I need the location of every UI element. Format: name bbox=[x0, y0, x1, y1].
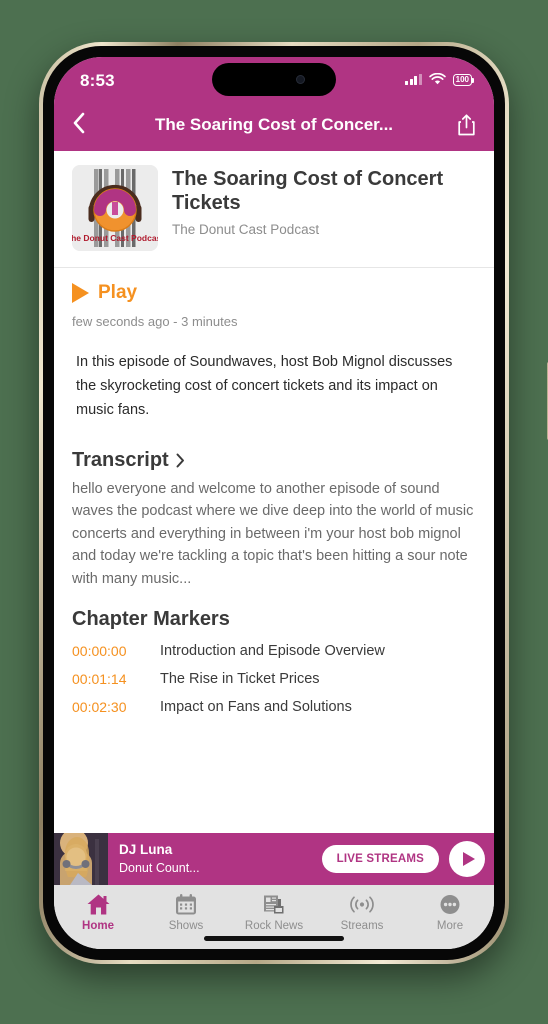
battery-icon: 100 bbox=[452, 73, 475, 86]
phone-screen: 8:53 100 The Soaring Cost of Concer... h… bbox=[54, 57, 494, 949]
calendar-icon bbox=[174, 892, 198, 917]
play-circle-icon bbox=[462, 852, 475, 866]
episode-time-meta: few seconds ago - 3 minutes bbox=[72, 314, 238, 329]
dj-luna-photo bbox=[54, 833, 108, 885]
display-notch bbox=[212, 63, 336, 96]
transcript-heading-row[interactable]: Transcript bbox=[72, 449, 476, 472]
mini-player-thumbnail bbox=[54, 833, 108, 885]
mini-player-bar[interactable]: DJ Luna Donut Count... LIVE STREAMS bbox=[54, 833, 494, 885]
tab-shows[interactable]: Shows bbox=[142, 892, 230, 932]
episode-description: In this episode of Soundwaves, host Bob … bbox=[76, 354, 453, 418]
home-indicator[interactable] bbox=[204, 936, 344, 941]
transcript-section: Transcript hello everyone and welcome to… bbox=[54, 427, 494, 590]
play-button-label: Play bbox=[98, 282, 138, 303]
chevron-right-icon bbox=[176, 453, 184, 468]
play-triangle-icon bbox=[72, 283, 89, 303]
tab-more[interactable]: More bbox=[406, 892, 494, 932]
navigation-bar: The Soaring Cost of Concer... bbox=[54, 103, 494, 151]
chapter-row[interactable]: 00:01:14 The Rise in Ticket Prices bbox=[72, 665, 476, 693]
screenshot-stage: 8:53 100 The Soaring Cost of Concer... h… bbox=[0, 0, 548, 1024]
share-icon bbox=[458, 114, 475, 136]
share-button[interactable] bbox=[446, 113, 476, 137]
chapter-row[interactable]: 00:02:30 Impact on Fans and Solutions bbox=[72, 693, 476, 721]
chapter-row[interactable]: 00:00:00 Introduction and Episode Overvi… bbox=[72, 637, 476, 665]
chapter-timestamp: 00:02:30 bbox=[72, 699, 127, 716]
home-icon bbox=[86, 892, 111, 917]
chevron-left-icon bbox=[73, 112, 85, 133]
chapter-markers-heading: Chapter Markers bbox=[72, 608, 230, 631]
back-button[interactable] bbox=[72, 111, 102, 140]
battery-level-label: 100 bbox=[455, 74, 469, 84]
mini-player-info: DJ Luna Donut Count... bbox=[108, 842, 322, 876]
episode-detail-scroll[interactable]: The Donut Cast Podcast The Soaring Cost … bbox=[54, 151, 494, 885]
status-bar: 8:53 100 bbox=[54, 57, 494, 103]
mini-player-title: DJ Luna bbox=[119, 841, 173, 857]
tab-label-more: More bbox=[436, 920, 464, 932]
front-camera-icon bbox=[295, 75, 305, 84]
tab-label-streams: Streams bbox=[340, 920, 384, 932]
status-bar-indicators: 100 bbox=[405, 71, 475, 86]
tab-streams[interactable]: Streams bbox=[318, 892, 406, 932]
status-bar-clock: 8:53 bbox=[80, 71, 115, 90]
play-button[interactable]: Play bbox=[54, 268, 494, 310]
chapter-markers-section: Chapter Markers 00:00:00 Introduction an… bbox=[54, 590, 494, 721]
tab-label-shows: Shows bbox=[168, 920, 204, 932]
tab-label-rock-news: Rock News bbox=[244, 920, 304, 932]
chapter-timestamp: 00:00:00 bbox=[72, 643, 127, 660]
tab-rock-news[interactable]: Rock News bbox=[230, 892, 318, 932]
episode-meta: The Soaring Cost of Concert Tickets The … bbox=[172, 165, 478, 251]
tab-label-home: Home bbox=[82, 920, 114, 932]
chapter-title: Impact on Fans and Solutions bbox=[160, 699, 352, 716]
wifi-icon bbox=[428, 73, 446, 85]
live-streams-button[interactable]: LIVE STREAMS bbox=[321, 845, 439, 873]
podcast-artwork: The Donut Cast Podcast bbox=[72, 165, 158, 251]
newspaper-icon bbox=[262, 892, 286, 917]
episode-title: The Soaring Cost of Concert Tickets bbox=[172, 168, 444, 214]
episode-header: The Donut Cast Podcast The Soaring Cost … bbox=[54, 151, 494, 268]
mini-player-subtitle: Donut Count... bbox=[119, 860, 200, 875]
chapter-title: The Rise in Ticket Prices bbox=[160, 671, 320, 688]
tab-home[interactable]: Home bbox=[54, 892, 142, 932]
phone-device-frame: 8:53 100 The Soaring Cost of Concer... h… bbox=[39, 42, 548, 964]
page-title: The Soaring Cost of Concer... bbox=[154, 115, 394, 134]
chapter-title: Introduction and Episode Overview bbox=[160, 643, 385, 660]
phone-bezel: 8:53 100 The Soaring Cost of Concer... h… bbox=[43, 46, 505, 960]
transcript-heading: Transcript bbox=[72, 448, 169, 471]
transcript-preview-text: hello everyone and welcome to another ep… bbox=[72, 480, 474, 587]
chapter-timestamp: 00:01:14 bbox=[72, 671, 127, 688]
donut-cast-logo-icon: The Donut Cast Podcast bbox=[72, 165, 158, 251]
broadcast-icon bbox=[348, 892, 376, 917]
artwork-caption: The Donut Cast Podcast bbox=[72, 233, 158, 243]
ellipsis-icon bbox=[438, 892, 462, 917]
mini-player-play-button[interactable] bbox=[449, 841, 485, 877]
cellular-signal-icon bbox=[405, 74, 422, 85]
podcast-show-name: The Donut Cast Podcast bbox=[172, 222, 320, 237]
